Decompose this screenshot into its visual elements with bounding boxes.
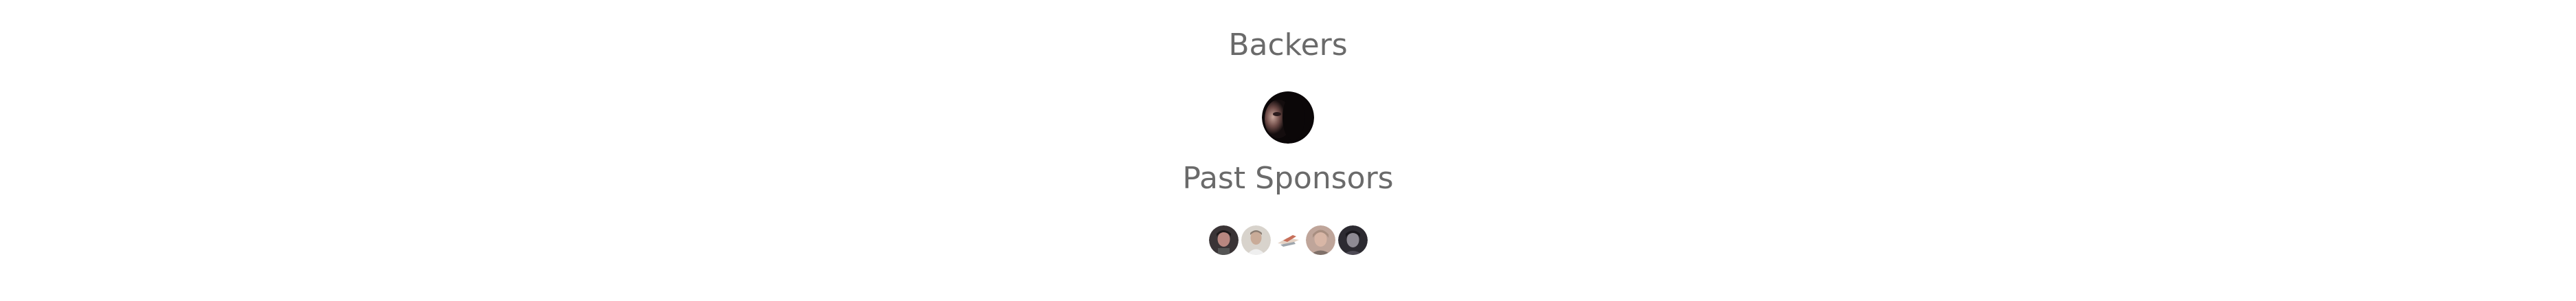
sponsor-avatar-2-icon — [1241, 225, 1271, 255]
sponsor-avatar-link-3[interactable] — [1273, 225, 1303, 255]
sponsor-avatar-link-2[interactable] — [1241, 225, 1271, 255]
past-sponsors-heading: Past Sponsors — [1182, 161, 1394, 196]
sponsor-avatar-link-1[interactable] — [1208, 225, 1239, 255]
backers-avatar-list — [0, 91, 2576, 144]
sponsor-avatar-1-icon — [1208, 225, 1239, 255]
sponsor-avatar-4-icon — [1305, 225, 1335, 255]
sponsors-section: Backers Past Sponsors — [0, 0, 2576, 301]
past-sponsors-avatar-list — [0, 224, 2576, 256]
backers-heading: Backers — [1228, 27, 1348, 63]
sponsor-avatar-link-5[interactable] — [1337, 225, 1368, 255]
backer-avatar-link[interactable] — [1262, 91, 1314, 144]
sponsor-avatar-5-icon — [1337, 225, 1368, 255]
sponsor-avatar-link-4[interactable] — [1305, 225, 1335, 255]
sponsor-avatar-3-icon — [1273, 225, 1303, 255]
backer-avatar-photo-icon — [1262, 91, 1314, 144]
